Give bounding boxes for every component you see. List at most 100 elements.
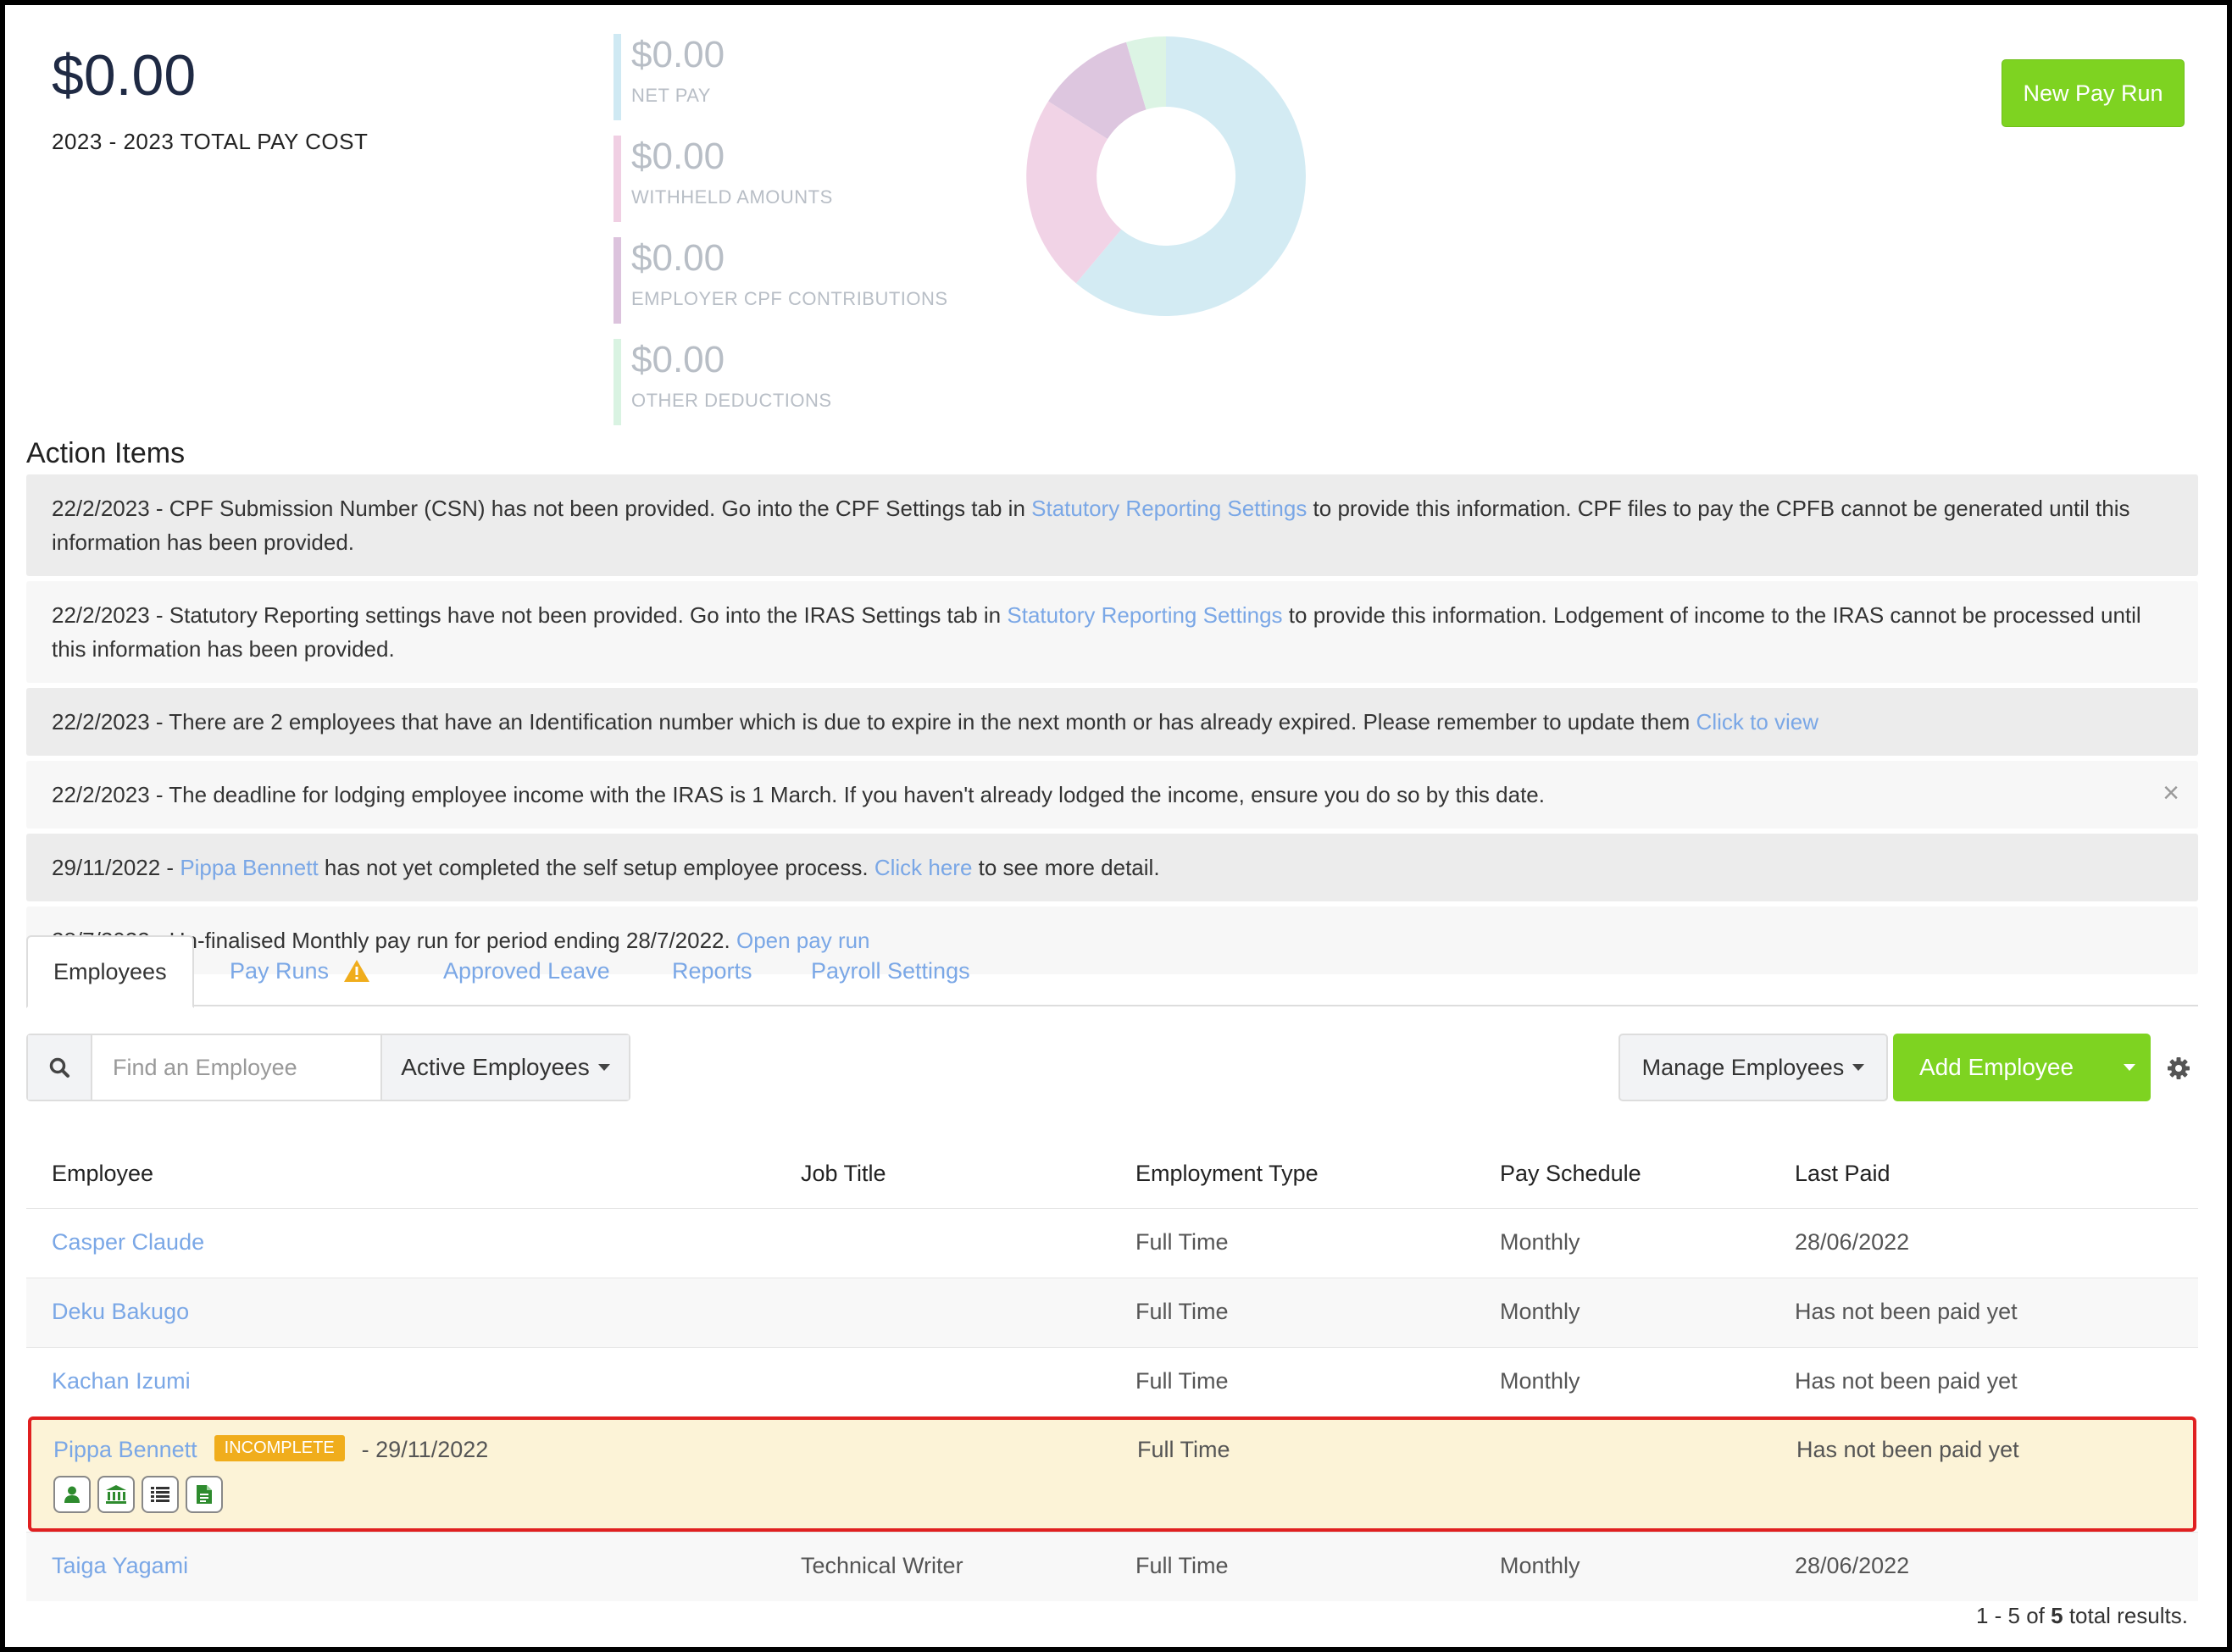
action-text: 29/11/2022 -: [52, 855, 180, 880]
employment-type-cell: Full Time: [1137, 1437, 1230, 1462]
stat-color-bar: [614, 34, 621, 120]
action-item: 22/2/2023 - Statutory Reporting settings…: [26, 581, 2198, 683]
column-header-pay-schedule[interactable]: Pay Schedule: [1500, 1161, 1641, 1187]
stat-amount: $0.00: [631, 136, 725, 177]
employees-table: Employee Job Title Employment Type Pay S…: [26, 1140, 2198, 1601]
pagination-summary: 1 - 5 of 5 total results.: [1976, 1603, 2188, 1629]
manage-employees-button[interactable]: Manage Employees: [1618, 1034, 1888, 1101]
stat-label: OTHER DEDUCTIONS: [631, 390, 832, 411]
stat-net-pay: $0.00 NET PAY: [614, 34, 969, 120]
click-to-view-link[interactable]: Click to view: [1696, 709, 1818, 735]
column-header-last-paid[interactable]: Last Paid: [1795, 1161, 1891, 1187]
stat-other-deductions: $0.00 OTHER DEDUCTIONS: [614, 339, 969, 425]
search-input[interactable]: [92, 1035, 380, 1100]
new-pay-run-button[interactable]: New Pay Run: [2002, 59, 2185, 127]
table-row: Kachan Izumi Full Time Monthly Has not b…: [26, 1347, 2198, 1416]
total-pay-cost-amount: $0.00: [52, 43, 197, 108]
tab-payroll-settings[interactable]: Payroll Settings: [811, 935, 970, 1006]
stat-amount: $0.00: [631, 237, 725, 279]
action-item: 22/2/2023 - CPF Submission Number (CSN) …: [26, 474, 2198, 576]
bank-icon: [106, 1485, 126, 1504]
employment-type-cell: Full Time: [1135, 1299, 1229, 1324]
action-text: has not yet completed the self setup emp…: [318, 855, 874, 880]
manage-label: Manage Employees: [1641, 1054, 1845, 1080]
total-pay-cost-label: 2023 - 2023 TOTAL PAY COST: [52, 129, 369, 154]
tab-pay-runs[interactable]: Pay Runs: [230, 935, 371, 1006]
tab-label: Pay Runs: [230, 957, 330, 984]
pagination-range: 1 - 5 of: [1975, 1603, 2052, 1628]
last-paid-cell: Has not been paid yet: [1795, 1368, 2018, 1394]
close-icon[interactable]: ×: [2163, 776, 2179, 810]
column-header-employment-type[interactable]: Employment Type: [1135, 1161, 1319, 1187]
action-item: 22/2/2023 - The deadline for lodging emp…: [26, 761, 2198, 829]
action-item: 22/2/2023 - There are 2 employees that h…: [26, 688, 2198, 756]
list-icon: [151, 1487, 169, 1502]
search-button[interactable]: [28, 1035, 92, 1100]
employment-type-cell: Full Time: [1135, 1368, 1229, 1394]
pay-schedule-cell: Monthly: [1500, 1553, 1580, 1578]
add-employee-dropdown-toggle[interactable]: [2100, 1034, 2151, 1101]
main-tabs: Employees Pay Runs Approved Leave Report…: [26, 935, 2198, 1008]
tab-reports[interactable]: Reports: [672, 935, 752, 1006]
incomplete-badge: INCOMPLETE: [214, 1435, 345, 1462]
employee-name-link[interactable]: Pippa Bennett: [53, 1437, 197, 1462]
stat-label: EMPLOYER CPF CONTRIBUTIONS: [631, 288, 948, 309]
stat-amount: $0.00: [631, 339, 725, 380]
employee-link[interactable]: Pippa Bennett: [180, 855, 318, 880]
pagination-total: 5: [2051, 1603, 2063, 1628]
setup-date: - 29/11/2022: [361, 1437, 489, 1462]
documents-button[interactable]: [186, 1476, 223, 1513]
chevron-down-icon: [2124, 1064, 2135, 1071]
bank-details-button[interactable]: [97, 1476, 135, 1513]
action-text: 22/2/2023 - CPF Submission Number (CSN) …: [52, 496, 1032, 521]
employment-type-cell: Full Time: [1135, 1553, 1229, 1578]
action-text: 22/2/2023 - Statutory Reporting settings…: [52, 602, 1008, 628]
table-header: Employee Job Title Employment Type Pay S…: [26, 1140, 2198, 1208]
column-header-employee[interactable]: Employee: [52, 1161, 153, 1187]
stat-withheld-amounts: $0.00 WITHHELD AMOUNTS: [614, 136, 969, 222]
employee-name-link[interactable]: Taiga Yagami: [52, 1553, 188, 1578]
gear-icon[interactable]: [2166, 1056, 2191, 1081]
employee-status-filter[interactable]: Active Employees: [380, 1035, 629, 1100]
employee-name-link[interactable]: Deku Bakugo: [52, 1299, 189, 1324]
chevron-down-icon: [1852, 1064, 1865, 1071]
warning-icon: [344, 960, 370, 982]
pay-details-button[interactable]: [142, 1476, 179, 1513]
pagination-suffix: total results.: [2063, 1603, 2188, 1628]
statutory-reporting-settings-link[interactable]: Statutory Reporting Settings: [1031, 496, 1307, 521]
pay-schedule-cell: Monthly: [1500, 1299, 1580, 1324]
document-icon: [197, 1485, 212, 1504]
pay-schedule-cell: Monthly: [1500, 1368, 1580, 1394]
table-row: Taiga Yagami Technical Writer Full Time …: [26, 1532, 2198, 1601]
table-row: Casper Claude Full Time Monthly 28/06/20…: [26, 1208, 2198, 1278]
employee-name-link[interactable]: Casper Claude: [52, 1229, 204, 1255]
last-paid-cell: 28/06/2022: [1795, 1229, 1910, 1255]
search-icon: [49, 1057, 69, 1078]
action-item: 29/11/2022 - Pippa Bennett has not yet c…: [26, 834, 2198, 901]
pay-breakdown-donut: [1026, 36, 1306, 316]
action-items-list: 22/2/2023 - CPF Submission Number (CSN) …: [26, 474, 2198, 979]
employee-name-link[interactable]: Kachan Izumi: [52, 1368, 191, 1394]
user-icon: [64, 1486, 80, 1503]
stat-color-bar: [614, 136, 621, 222]
chevron-down-icon: [597, 1064, 610, 1071]
tab-employees[interactable]: Employees: [26, 935, 194, 1008]
stat-label: WITHHELD AMOUNTS: [631, 186, 833, 208]
personal-details-button[interactable]: [53, 1476, 91, 1513]
filter-label: Active Employees: [401, 1054, 590, 1080]
action-text: 22/2/2023 - The deadline for lodging emp…: [52, 782, 1545, 807]
action-text: to see more detail.: [972, 855, 1160, 880]
table-row: Deku Bakugo Full Time Monthly Has not be…: [26, 1278, 2198, 1347]
pay-schedule-cell: Monthly: [1500, 1229, 1580, 1255]
payroll-dashboard: $0.00 2023 - 2023 TOTAL PAY COST $0.00 N…: [5, 5, 2227, 1647]
click-here-link[interactable]: Click here: [874, 855, 973, 880]
action-text: 22/2/2023 - There are 2 employees that h…: [52, 709, 1696, 735]
stat-color-bar: [614, 339, 621, 425]
statutory-reporting-settings-link[interactable]: Statutory Reporting Settings: [1007, 602, 1282, 628]
table-row-incomplete: Pippa Bennett INCOMPLETE - 29/11/2022 Fu…: [28, 1416, 2196, 1532]
add-employee-button[interactable]: Add Employee: [1893, 1034, 2100, 1101]
column-header-job-title[interactable]: Job Title: [801, 1161, 886, 1187]
stat-amount: $0.00: [631, 34, 725, 75]
tab-approved-leave[interactable]: Approved Leave: [443, 935, 610, 1006]
setup-step-icons: [53, 1476, 223, 1513]
